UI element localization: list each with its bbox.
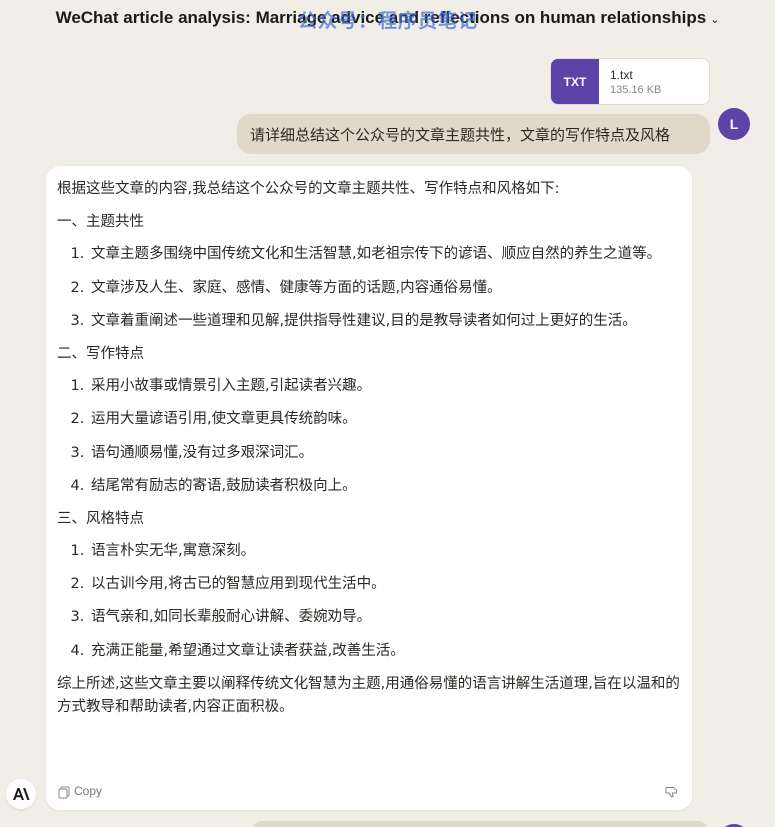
anthropic-logo-icon xyxy=(6,779,36,809)
list-item: 语句通顺易懂,没有过多艰深词汇。 xyxy=(89,442,680,465)
section-heading: 三、风格特点 xyxy=(57,510,144,527)
next-user-message-bubble xyxy=(252,821,708,827)
list-item: 运用大量谚语引用,使文章更具传统韵味。 xyxy=(89,408,680,431)
list-item: 结尾常有励志的寄语,鼓励读者积极向上。 xyxy=(89,475,680,498)
file-meta: 1.txt 135.16 KB xyxy=(599,59,661,104)
user-message-bubble: 请详细总结这个公众号的文章主题共性，文章的写作特点及风格 xyxy=(237,114,710,154)
chevron-down-icon: ⌄ xyxy=(710,13,720,26)
watermark: 公众号：程序员笔记 xyxy=(298,10,479,32)
list-item: 文章着重阐述一些道理和见解,提供指导性建议,目的是教导读者如何过上更好的生活。 xyxy=(89,310,680,333)
thumbs-down-icon[interactable] xyxy=(665,786,678,798)
assistant-intro: 根据这些文章的内容,我总结这个公众号的文章主题共性、写作特点和风格如下: xyxy=(57,181,560,197)
file-name: 1.txt xyxy=(610,68,633,82)
copy-icon xyxy=(58,786,70,798)
file-type-badge: TXT xyxy=(551,59,599,104)
section-list: 语言朴实无华,寓意深刻。 以古训今用,将古已的智慧应用到现代生活中。 语气亲和,… xyxy=(57,540,680,663)
section-list: 文章主题多围绕中国传统文化和生活智慧,如老祖宗传下的谚语、顺应自然的养生之道等。… xyxy=(57,243,680,333)
logo-mark xyxy=(13,788,30,800)
assistant-message-card: 根据这些文章的内容,我总结这个公众号的文章主题共性、写作特点和风格如下: 一、主… xyxy=(46,166,692,810)
section-list: 采用小故事或情景引入主题,引起读者兴趣。 运用大量谚语引用,使文章更具传统韵味。… xyxy=(57,375,680,498)
section-heading: 一、主题共性 xyxy=(57,214,144,231)
section-heading: 二、写作特点 xyxy=(57,345,144,362)
list-item: 文章涉及人生、家庭、感情、健康等方面的话题,内容通俗易懂。 xyxy=(89,277,680,300)
message-actions: Copy xyxy=(58,784,678,800)
list-item: 文章主题多围绕中国传统文化和生活智慧,如老祖宗传下的谚语、顺应自然的养生之道等。 xyxy=(89,243,680,266)
list-item: 以古训今用,将古已的智慧应用到现代生活中。 xyxy=(89,573,680,596)
list-item: 充满正能量,希望通过文章让读者获益,改善生活。 xyxy=(89,640,680,663)
list-item: 语言朴实无华,寓意深刻。 xyxy=(89,540,680,563)
list-item: 采用小故事或情景引入主题,引起读者兴趣。 xyxy=(89,375,680,398)
file-size: 135.16 KB xyxy=(610,84,662,96)
user-avatar[interactable]: L xyxy=(718,108,750,140)
copy-label: Copy xyxy=(74,784,103,799)
assistant-summary: 综上所述,这些文章主要以阐释传统文化智慧为主题,用通俗易懂的语言讲解生活道理,旨… xyxy=(57,675,680,715)
copy-button[interactable]: Copy xyxy=(58,782,102,801)
user-message-text: 请详细总结这个公众号的文章主题共性，文章的写作特点及风格 xyxy=(250,125,671,144)
file-attachment-card[interactable]: TXT 1.txt 135.16 KB xyxy=(550,58,710,105)
list-item: 语气亲和,如同长辈般耐心讲解、委婉劝导。 xyxy=(89,606,680,629)
